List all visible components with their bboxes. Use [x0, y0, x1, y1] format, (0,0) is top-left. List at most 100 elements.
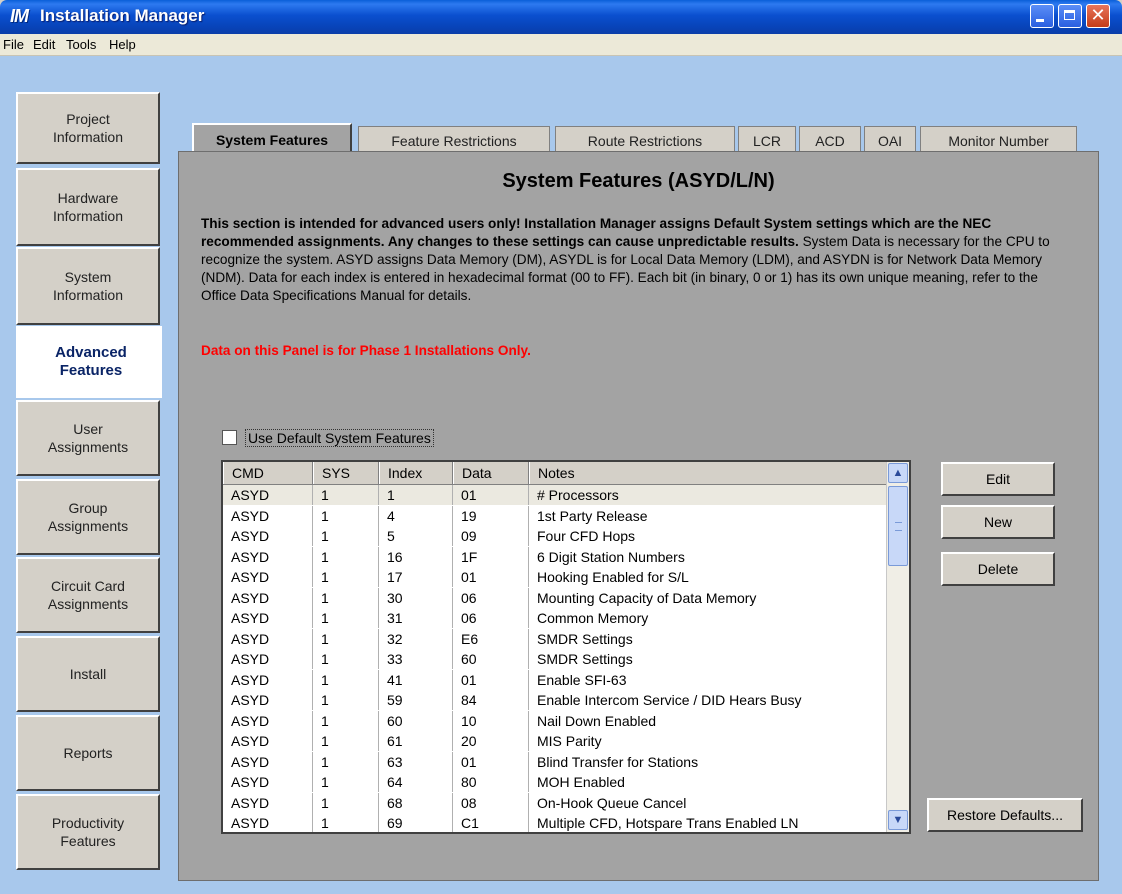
cell-cmd: ASYD [223, 485, 313, 505]
cell-sys: 1 [313, 587, 379, 608]
cell-cmd: ASYD [223, 567, 313, 587]
delete-button[interactable]: Delete [941, 552, 1055, 586]
cell-sys: 1 [313, 628, 379, 649]
table-row[interactable]: ASYD 1 59 84 Enable Intercom Service / DID H… [223, 690, 889, 710]
scroll-down-button[interactable]: ▼ [888, 810, 908, 830]
cell-data: 84 [453, 690, 529, 710]
cell-notes: Hooking Enabled for S/L [529, 567, 889, 587]
cell-cmd: ASYD [223, 526, 313, 546]
cell-cmd: ASYD [223, 792, 313, 813]
table-row[interactable]: ASYD 1 30 06 Mounting Capacity of Data Memor… [223, 587, 889, 608]
table-row[interactable]: ASYD 1 32 E6 SMDR Settings [223, 628, 889, 649]
cell-cmd: ASYD [223, 772, 313, 792]
scroll-grip-icon [895, 522, 902, 531]
cell-notes: 6 Digit Station Numbers [529, 546, 889, 567]
menu-help[interactable]: Help [109, 37, 136, 52]
column-header-cmd[interactable]: CMD [223, 462, 313, 484]
scroll-up-button[interactable]: ▲ [888, 463, 908, 483]
cell-data: 01 [453, 567, 529, 587]
table-row[interactable]: ASYD 1 33 60 SMDR Settings [223, 649, 889, 669]
edit-button[interactable]: Edit [941, 462, 1055, 496]
restore-defaults-button[interactable]: Restore Defaults... [927, 798, 1083, 832]
sidebar-item-label: Productivity Features [51, 815, 125, 849]
cell-sys: 1 [313, 485, 379, 505]
sidebar-item-label: Hardware Information [52, 190, 124, 224]
column-header-sys[interactable]: SYS [313, 462, 379, 484]
table-row[interactable]: ASYD 1 17 01 Hooking Enabled for S/L [223, 567, 889, 587]
cell-sys: 1 [313, 546, 379, 567]
cell-cmd: ASYD [223, 628, 313, 649]
table-row[interactable]: ASYD 1 68 08 On-Hook Queue Cancel [223, 792, 889, 813]
table-scrollbar[interactable]: ▲ ▼ [886, 462, 909, 832]
cell-sys: 1 [313, 751, 379, 772]
cell-data: 1F [453, 546, 529, 567]
cell-data: 01 [453, 669, 529, 690]
table-row[interactable]: ASYD 1 60 10 Nail Down Enabled [223, 710, 889, 731]
cell-notes: Blind Transfer for Stations [529, 751, 889, 772]
table-row[interactable]: ASYD 1 1 01 # Processors [223, 485, 889, 505]
sidebar-item-project-information[interactable]: Project Information [16, 92, 160, 164]
column-header-index[interactable]: Index [379, 462, 453, 484]
sidebar-item-label: System Information [52, 269, 124, 303]
minimize-button[interactable] [1030, 4, 1054, 28]
maximize-button[interactable] [1058, 4, 1082, 28]
table-row[interactable]: ASYD 1 5 09 Four CFD Hops [223, 526, 889, 546]
close-button[interactable]: ✕ [1086, 4, 1110, 28]
sidebar-item-reports[interactable]: Reports [16, 715, 160, 791]
column-header-data[interactable]: Data [453, 462, 529, 484]
cell-data: 10 [453, 710, 529, 731]
cell-cmd: ASYD [223, 587, 313, 608]
cell-cmd: ASYD [223, 690, 313, 710]
sidebar-item-advanced-features[interactable]: Advanced Features [16, 326, 166, 398]
table-row[interactable]: ASYD 1 41 01 Enable SFI-63 [223, 669, 889, 690]
cell-data: 80 [453, 772, 529, 792]
cell-notes: On-Hook Queue Cancel [529, 792, 889, 813]
sidebar-item-productivity-features[interactable]: Productivity Features [16, 794, 160, 870]
table-row[interactable]: ASYD 1 4 19 1st Party Release [223, 505, 889, 526]
sidebar-item-system-information[interactable]: System Information [16, 247, 160, 325]
cell-index: 32 [379, 628, 453, 649]
menu-tools[interactable]: Tools [66, 37, 96, 52]
table-row[interactable]: ASYD 1 69 C1 Multiple CFD, Hotspare Trans En… [223, 813, 889, 832]
cell-index: 30 [379, 587, 453, 608]
tab-lcr[interactable]: LCR [738, 126, 796, 154]
sidebar-item-install[interactable]: Install [16, 636, 160, 712]
system-features-table[interactable]: CMD SYS Index Data Notes ASYD 1 1 01 # Proce… [221, 460, 911, 834]
table-row[interactable]: ASYD 1 63 01 Blind Transfer for Stations [223, 751, 889, 772]
sidebar-item-label: Project Information [52, 111, 124, 145]
table-row[interactable]: ASYD 1 31 06 Common Memory [223, 608, 889, 628]
column-header-notes[interactable]: Notes [529, 462, 889, 484]
cell-cmd: ASYD [223, 546, 313, 567]
tab-monitor-number[interactable]: Monitor Number [920, 126, 1077, 154]
use-default-label[interactable]: Use Default System Features [245, 429, 434, 447]
menu-file[interactable]: File [3, 37, 24, 52]
table-row[interactable]: ASYD 1 16 1F 6 Digit Station Numbers [223, 546, 889, 567]
table-row[interactable]: ASYD 1 61 20 MIS Parity [223, 731, 889, 751]
cell-index: 59 [379, 690, 453, 710]
sidebar-item-group-assignments[interactable]: Group Assignments [16, 479, 160, 555]
table-header: CMD SYS Index Data Notes [223, 462, 889, 485]
cell-data: C1 [453, 813, 529, 832]
cell-sys: 1 [313, 772, 379, 792]
sidebar-item-hardware-information[interactable]: Hardware Information [16, 168, 160, 246]
tab-route-restrictions[interactable]: Route Restrictions [555, 126, 735, 154]
menu-edit[interactable]: Edit [33, 37, 55, 52]
cell-sys: 1 [313, 669, 379, 690]
sidebar-item-circuit-card-assignments[interactable]: Circuit Card Assignments [16, 557, 160, 633]
tab-feature-restrictions[interactable]: Feature Restrictions [358, 126, 550, 154]
cell-cmd: ASYD [223, 751, 313, 772]
cell-data: E6 [453, 628, 529, 649]
tab-oai[interactable]: OAI [864, 126, 916, 154]
new-button[interactable]: New [941, 505, 1055, 539]
cell-notes: Four CFD Hops [529, 526, 889, 546]
use-default-checkbox[interactable] [222, 430, 237, 445]
cell-notes: SMDR Settings [529, 649, 889, 669]
cell-index: 69 [379, 813, 453, 832]
cell-data: 60 [453, 649, 529, 669]
sidebar-item-user-assignments[interactable]: User Assignments [16, 400, 160, 476]
tab-acd[interactable]: ACD [799, 126, 861, 154]
menu-bar: File Edit Tools Help [0, 34, 1122, 56]
scroll-thumb[interactable] [888, 486, 908, 566]
cell-cmd: ASYD [223, 731, 313, 751]
table-row[interactable]: ASYD 1 64 80 MOH Enabled [223, 772, 889, 792]
